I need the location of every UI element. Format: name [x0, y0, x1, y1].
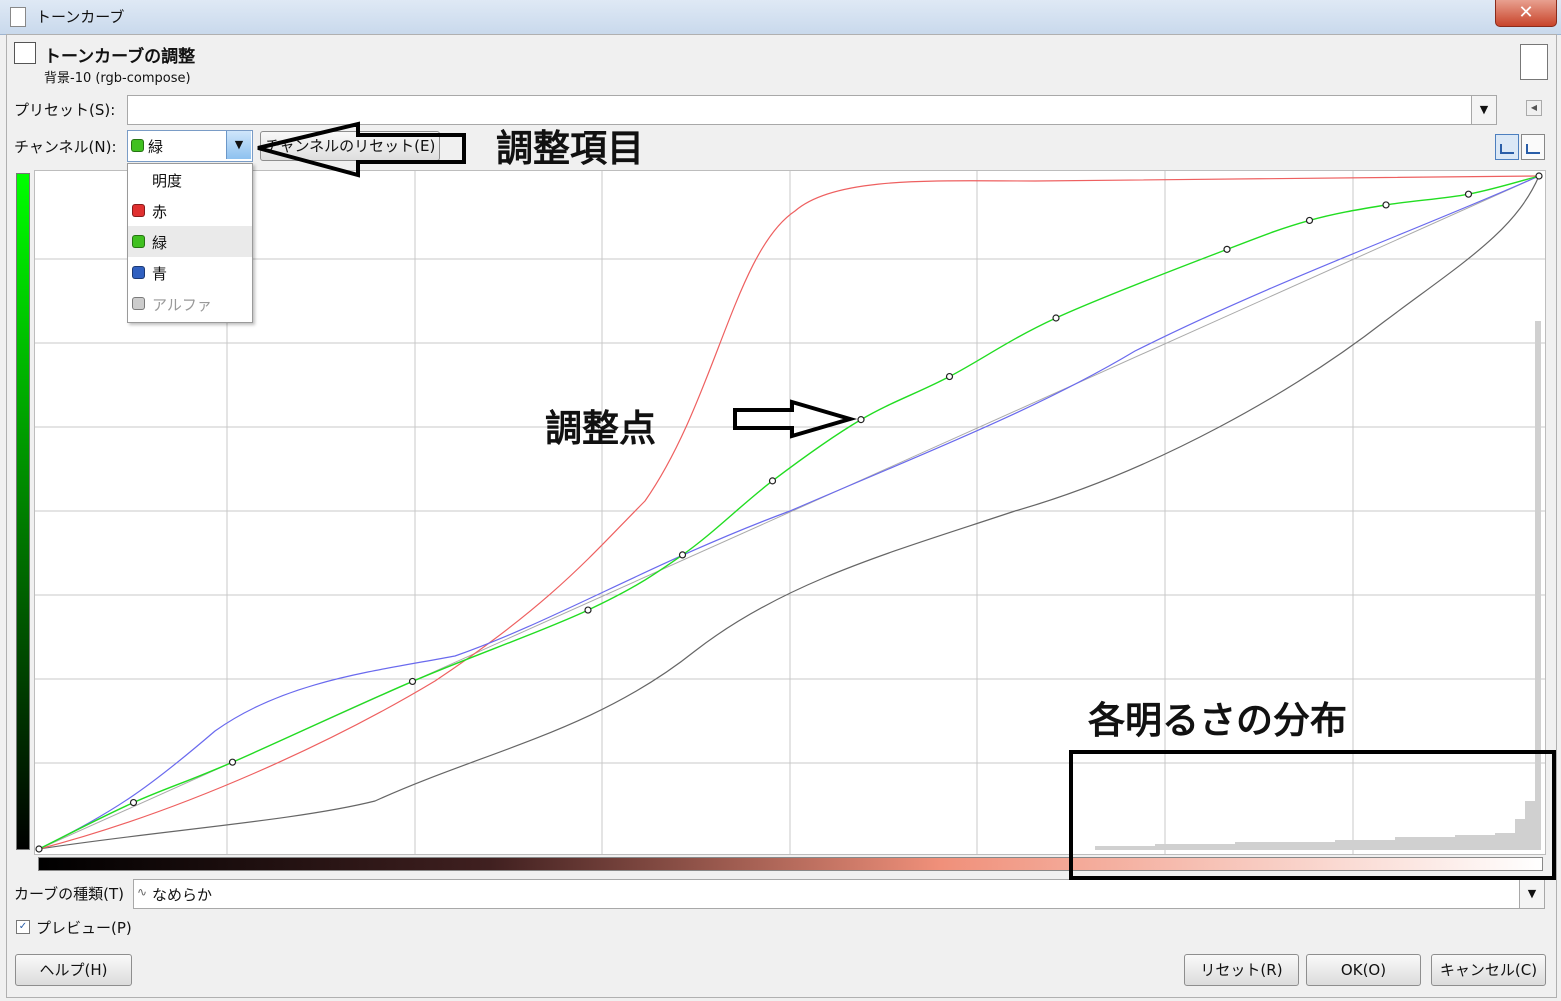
preset-combo[interactable]: ▼	[127, 95, 1497, 125]
annotation-items: 調整項目	[496, 127, 644, 170]
channel-option-label: アルファ	[152, 296, 212, 314]
control-point[interactable]	[1464, 190, 1473, 198]
log-scale-icon	[1526, 144, 1540, 154]
control-point[interactable]	[228, 758, 237, 766]
green-channel-icon	[131, 139, 144, 152]
help-button[interactable]: ヘルプ(H)	[15, 954, 132, 986]
control-point[interactable]	[584, 606, 592, 614]
image-thumbnail	[1520, 44, 1548, 80]
channel-option-label: 緑	[152, 234, 168, 252]
red-channel-icon	[132, 204, 145, 217]
preview-checkbox[interactable]: ✓	[16, 920, 30, 934]
window-titlebar: トーンカーブ ✕	[0, 0, 1561, 35]
control-point[interactable]	[1052, 314, 1060, 322]
blue-channel-icon	[132, 266, 145, 279]
channel-option-label: 明度	[152, 172, 183, 190]
channel-option-green[interactable]: 緑	[128, 226, 252, 257]
cancel-button[interactable]: キャンセル(C)	[1431, 954, 1546, 986]
control-point[interactable]	[945, 372, 954, 381]
annotation-points: 調整点	[545, 407, 656, 450]
dialog-title: トーンカーブの調整	[44, 47, 196, 67]
output-gradient-bar	[16, 173, 30, 850]
linear-scale-icon	[1500, 144, 1514, 154]
reset-channel-button[interactable]: チャンネルのリセット(E)	[260, 131, 440, 161]
curve-type-value: なめらか	[152, 886, 213, 904]
control-point[interactable]	[1535, 172, 1543, 180]
input-gradient-bar	[38, 857, 1543, 871]
app-icon	[10, 7, 26, 27]
curve-type-combo[interactable]: ∿ なめらか ▼	[133, 879, 1545, 909]
channel-option-blue[interactable]: 青	[128, 257, 252, 288]
linear-histogram-button[interactable]	[1495, 134, 1519, 160]
chevron-down-icon[interactable]: ▼	[1519, 880, 1544, 908]
control-point[interactable]	[678, 551, 687, 559]
control-point[interactable]	[857, 416, 865, 424]
curve-svg[interactable]	[35, 171, 1545, 854]
reset-button[interactable]: リセット(R)	[1184, 954, 1299, 986]
curve-graph[interactable]	[34, 170, 1546, 855]
annotation-distribution: 各明るさの分布	[1088, 699, 1347, 742]
channel-option-label: 青	[152, 265, 168, 283]
curve-type-label: カーブの種類(T)	[14, 885, 124, 903]
control-point[interactable]	[768, 477, 777, 485]
preset-menu-icon[interactable]: ◀	[1526, 100, 1542, 116]
channel-option-label: 赤	[152, 203, 168, 221]
preset-label: プリセット(S):	[14, 101, 116, 119]
control-point[interactable]	[35, 845, 43, 853]
control-point[interactable]	[1382, 201, 1390, 209]
alpha-channel-icon	[132, 297, 145, 310]
channel-option-value[interactable]: 明度	[128, 164, 252, 195]
channel-dropdown[interactable]: 明度 赤 緑 青 アルファ	[127, 163, 253, 323]
channel-option-alpha: アルファ	[128, 288, 252, 319]
control-point[interactable]	[1305, 216, 1314, 225]
smooth-curve-icon: ∿	[137, 885, 148, 899]
preview-label[interactable]: プレビュー(P)	[36, 917, 132, 938]
channel-value: 緑	[148, 138, 164, 156]
control-point[interactable]	[408, 677, 417, 686]
green-channel-icon	[132, 235, 145, 248]
channel-option-red[interactable]: 赤	[128, 195, 252, 226]
channel-combo[interactable]: 緑 ▼	[127, 130, 253, 162]
control-point[interactable]	[1223, 245, 1231, 253]
close-button[interactable]: ✕	[1495, 0, 1557, 27]
chevron-down-icon[interactable]: ▼	[226, 131, 251, 159]
histogram	[1095, 321, 1541, 850]
ok-button[interactable]: OK(O)	[1306, 954, 1421, 986]
chevron-down-icon[interactable]: ▼	[1471, 96, 1496, 124]
dialog-subtitle: 背景-10 (rgb-compose)	[44, 71, 191, 86]
log-histogram-button[interactable]	[1521, 134, 1545, 160]
curves-icon	[14, 42, 36, 64]
window-title: トーンカーブ	[36, 8, 125, 26]
channel-label: チャンネル(N):	[14, 138, 117, 156]
control-point[interactable]	[129, 798, 138, 807]
